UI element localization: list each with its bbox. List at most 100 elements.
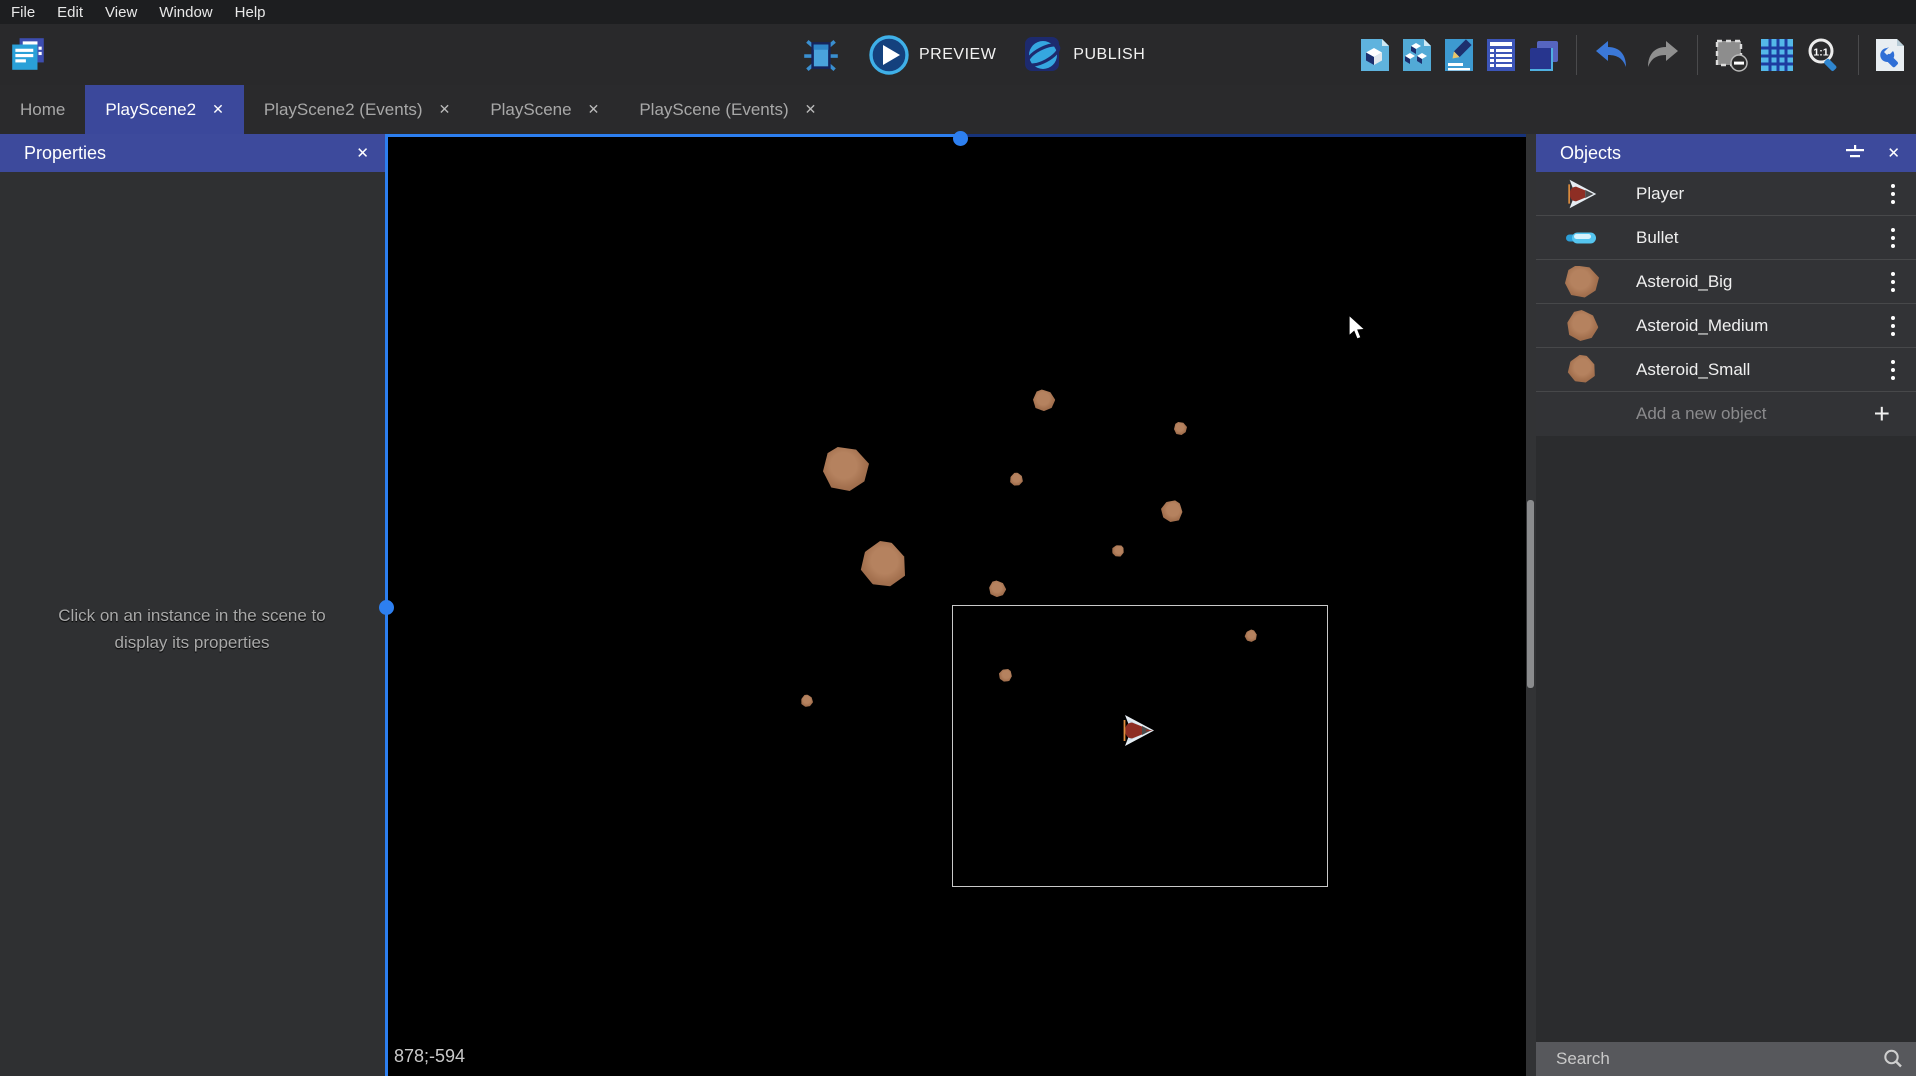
- object-name: Player: [1636, 184, 1880, 204]
- close-icon[interactable]: ✕: [356, 144, 369, 162]
- editor-tab-bar: Home PlayScene2 ✕ PlayScene2 (Events) ✕ …: [0, 85, 1916, 134]
- instances-list-icon[interactable]: [1485, 37, 1517, 73]
- tab-label: PlayScene2 (Events): [264, 100, 423, 120]
- close-icon[interactable]: ✕: [439, 101, 451, 118]
- canvas-scrollbar[interactable]: [1526, 134, 1536, 1076]
- asteroid-small-instance[interactable]: [799, 693, 815, 709]
- object-row-player[interactable]: Player: [1536, 172, 1916, 216]
- object-groups-icon[interactable]: [1401, 37, 1433, 73]
- scrollbar-thumb[interactable]: [1527, 500, 1534, 688]
- mouse-cursor: [1347, 314, 1369, 344]
- gdevelop-window: File Edit View Window Help: [0, 0, 1916, 1076]
- publish-globe-icon: [1022, 34, 1064, 76]
- scene-objects-icon[interactable]: [1359, 37, 1391, 73]
- delete-selection-icon[interactable]: [1713, 37, 1749, 73]
- project-manager-icon[interactable]: [8, 34, 48, 74]
- asteroid-icon: [1556, 311, 1608, 341]
- zoom-1to1-icon[interactable]: 1:1: [1805, 36, 1843, 74]
- object-menu-icon[interactable]: [1880, 360, 1906, 380]
- plus-icon: +: [1874, 400, 1890, 428]
- setup-icon[interactable]: [1874, 37, 1906, 73]
- object-name: Bullet: [1636, 228, 1880, 248]
- tab-home[interactable]: Home: [0, 85, 85, 134]
- resize-dot-icon[interactable]: [379, 600, 394, 615]
- add-object-button[interactable]: Add a new object +: [1536, 392, 1916, 436]
- object-name: Asteroid_Medium: [1636, 316, 1880, 336]
- objects-panel-header: Objects ✕: [1536, 134, 1916, 172]
- toolbar-separator: [1576, 35, 1577, 75]
- tab-label: PlayScene (Events): [639, 100, 788, 120]
- asteroid-big-instance[interactable]: [852, 533, 916, 596]
- toolbar: PREVIEW PUBLISH: [0, 24, 1916, 85]
- object-menu-icon[interactable]: [1880, 272, 1906, 292]
- svg-text:1:1: 1:1: [1813, 46, 1828, 58]
- cursor-coordinates: 878;-594: [394, 1046, 465, 1067]
- panel-resize-handle-left[interactable]: [385, 134, 388, 1076]
- objects-panel-title: Objects: [1560, 143, 1621, 164]
- scene-properties-icon[interactable]: [1443, 37, 1475, 73]
- search-input[interactable]: [1556, 1049, 1882, 1069]
- search-icon[interactable]: [1882, 1048, 1904, 1070]
- preview-play-icon: [868, 34, 910, 76]
- object-row-asteroid-big[interactable]: Asteroid_Big: [1536, 260, 1916, 304]
- tab-playscene2-events[interactable]: PlayScene2 (Events) ✕: [244, 85, 470, 134]
- toolbar-separator: [1697, 35, 1698, 75]
- layers-icon[interactable]: [1527, 37, 1561, 73]
- objects-panel: Objects ✕: [1536, 134, 1916, 1076]
- menu-edit[interactable]: Edit: [46, 2, 94, 23]
- publish-label: PUBLISH: [1073, 46, 1145, 64]
- properties-panel-title: Properties: [24, 143, 106, 164]
- menu-view[interactable]: View: [94, 2, 148, 23]
- tab-playscene-events[interactable]: PlayScene (Events) ✕: [619, 85, 836, 134]
- tab-playscene[interactable]: PlayScene ✕: [470, 85, 619, 134]
- object-row-asteroid-medium[interactable]: Asteroid_Medium: [1536, 304, 1916, 348]
- properties-panel: Properties ✕ Click on an instance in the…: [0, 134, 385, 1076]
- object-menu-icon[interactable]: [1880, 316, 1906, 336]
- add-object-label: Add a new object: [1636, 404, 1874, 424]
- undo-icon[interactable]: [1592, 37, 1632, 73]
- close-icon[interactable]: ✕: [212, 101, 224, 118]
- tab-playscene2[interactable]: PlayScene2 ✕: [85, 85, 243, 134]
- asteroid-big-instance[interactable]: [823, 447, 869, 491]
- close-icon[interactable]: ✕: [588, 101, 600, 118]
- resize-dot-icon[interactable]: [953, 131, 968, 146]
- properties-empty-message: Click on an instance in the scene to dis…: [42, 602, 342, 656]
- redo-icon[interactable]: [1642, 37, 1682, 73]
- scene-canvas[interactable]: 878;-594: [385, 134, 1526, 1076]
- object-menu-icon[interactable]: [1880, 228, 1906, 248]
- asteroid-small-instance[interactable]: [1174, 422, 1187, 435]
- grid-icon[interactable]: [1759, 37, 1795, 73]
- close-icon[interactable]: ✕: [1887, 144, 1900, 162]
- object-menu-icon[interactable]: [1880, 184, 1906, 204]
- object-name: Asteroid_Small: [1636, 360, 1880, 380]
- properties-panel-header: Properties ✕: [0, 134, 385, 172]
- preview-button[interactable]: PREVIEW: [868, 34, 996, 76]
- publish-button[interactable]: PUBLISH: [1022, 34, 1145, 76]
- debug-icon[interactable]: [800, 34, 842, 76]
- menu-file[interactable]: File: [0, 2, 46, 23]
- object-row-asteroid-small[interactable]: Asteroid_Small: [1536, 348, 1916, 392]
- tab-label: PlayScene: [490, 100, 571, 120]
- menu-help[interactable]: Help: [224, 2, 277, 23]
- tab-label: Home: [20, 100, 65, 120]
- asteroid-small-instance[interactable]: [1111, 544, 1125, 558]
- asteroid-medium-instance[interactable]: [1158, 497, 1186, 526]
- object-row-bullet[interactable]: Bullet: [1536, 216, 1916, 260]
- toolbar-separator: [1858, 35, 1859, 75]
- tab-label: PlayScene2: [105, 100, 196, 120]
- close-icon[interactable]: ✕: [805, 101, 817, 118]
- bullet-icon: [1556, 230, 1608, 246]
- asteroid-small-instance[interactable]: [1008, 471, 1026, 489]
- player-ship-icon: [1556, 177, 1608, 211]
- asteroid-small-instance[interactable]: [987, 579, 1008, 599]
- menu-bar: File Edit View Window Help: [0, 0, 1916, 24]
- menu-window[interactable]: Window: [148, 2, 223, 23]
- asteroid-icon: [1556, 356, 1608, 383]
- preview-label: PREVIEW: [919, 46, 996, 64]
- filter-icon[interactable]: [1845, 145, 1865, 161]
- panel-resize-handle-top[interactable]: [385, 134, 1526, 137]
- objects-search-bar: [1536, 1042, 1916, 1076]
- asteroid-medium-instance[interactable]: [1031, 388, 1056, 413]
- player-instance[interactable]: [1120, 712, 1157, 749]
- asteroid-icon: [1556, 266, 1608, 298]
